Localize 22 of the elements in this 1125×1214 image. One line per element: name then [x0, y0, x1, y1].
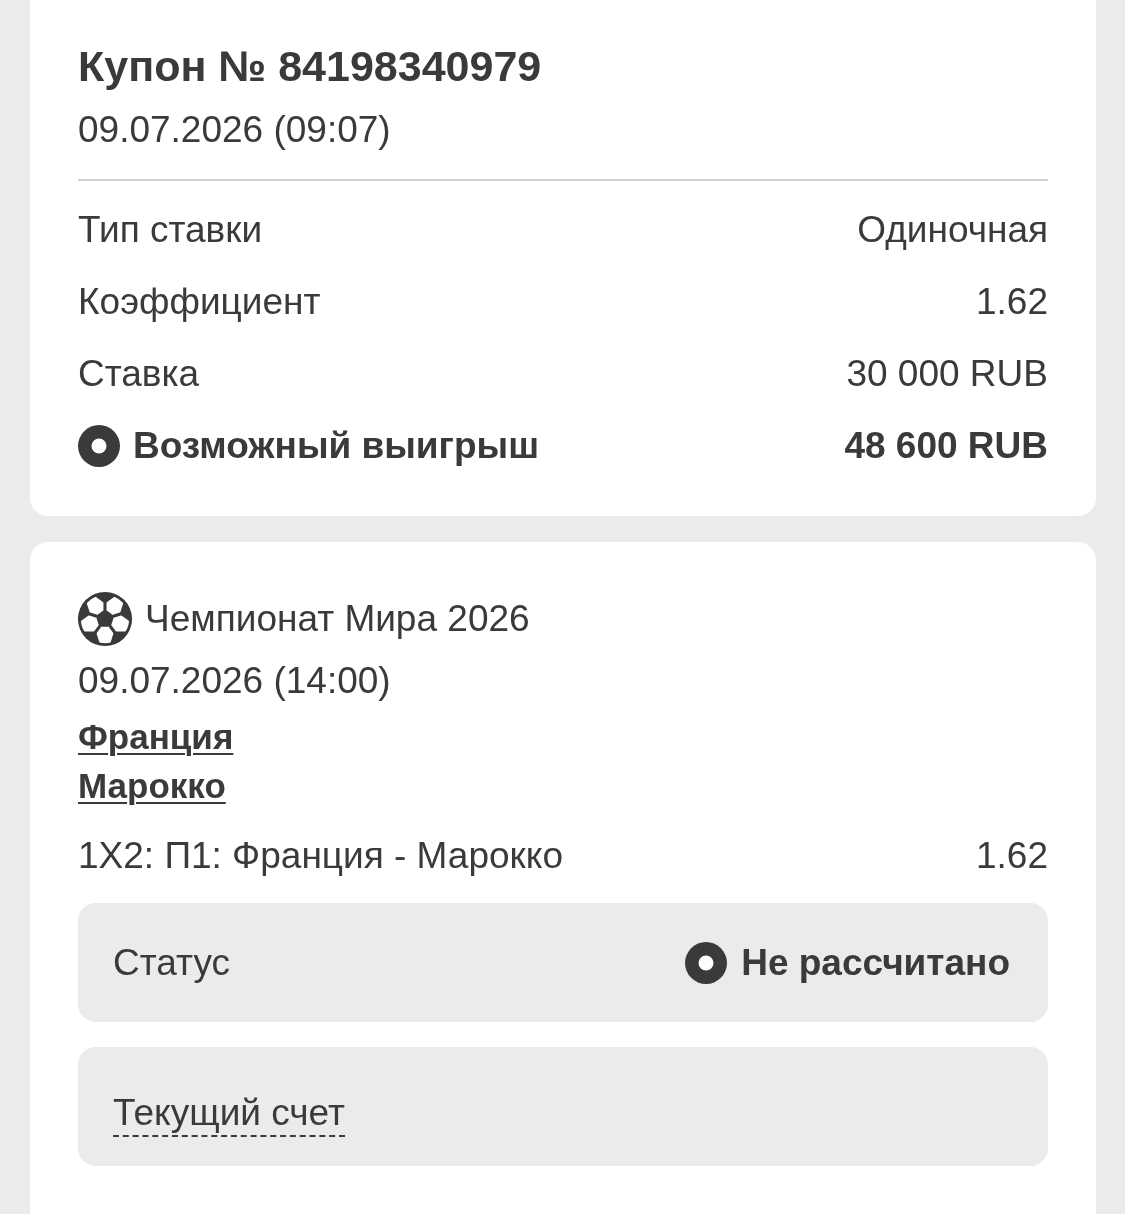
- team-link[interactable]: Франция: [78, 712, 234, 761]
- status-value: Не рассчитано: [741, 941, 1010, 984]
- row-label: Ставка: [78, 353, 200, 395]
- row-value: 48 600 RUB: [844, 425, 1048, 467]
- match-date: 09.07.2026 (14:00): [78, 659, 392, 703]
- current-score-link[interactable]: Текущий счет: [113, 1090, 345, 1137]
- radio-dot-icon: [685, 941, 728, 984]
- status-label: Статус: [113, 941, 230, 984]
- coupon-title: Купон № 84198340979: [78, 41, 543, 92]
- row-value: Одиночная: [857, 209, 1048, 251]
- tournament-name: Чемпионат Мира 2026: [145, 598, 530, 640]
- bet-selection: 1X2: П1: Франция - Марокко: [78, 835, 563, 877]
- row-value: 30 000 RUB: [846, 353, 1048, 395]
- coupon-date: 09.07.2026 (09:07): [78, 108, 392, 152]
- row-label: Тип ставки: [78, 209, 263, 251]
- row-label: Возможный выигрыш: [133, 425, 540, 467]
- bet-odds: 1.62: [976, 835, 1048, 877]
- row-label: Коэффициент: [78, 281, 321, 323]
- row-value: 1.62: [976, 281, 1048, 323]
- radio-dot-icon: [78, 425, 120, 467]
- soccer-ball-icon: [76, 590, 134, 648]
- team-link[interactable]: Марокко: [78, 761, 226, 810]
